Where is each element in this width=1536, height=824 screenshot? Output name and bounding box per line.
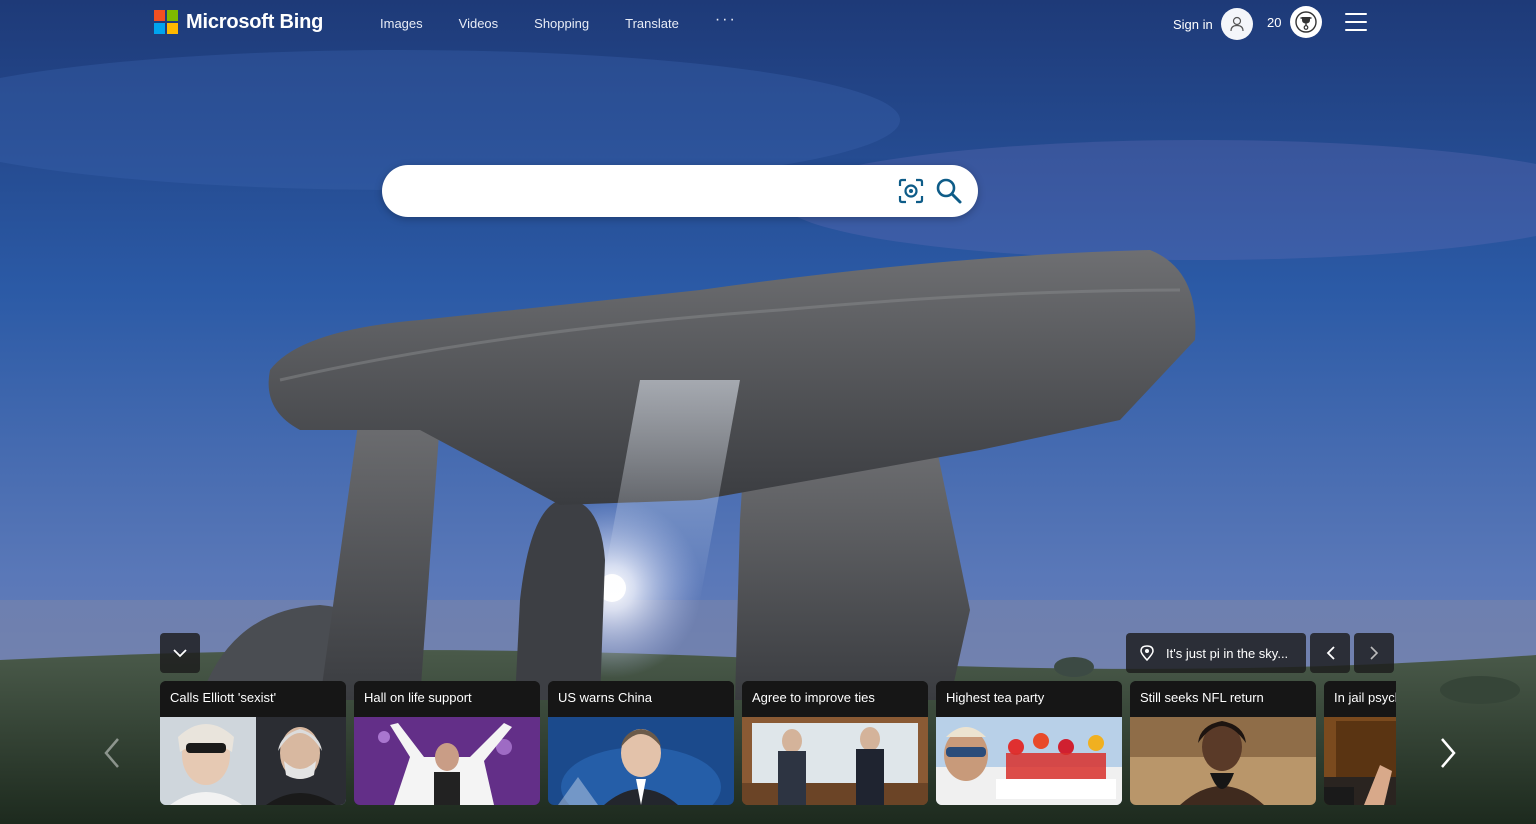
image-info-button[interactable]: It's just pi in the sky... xyxy=(1126,633,1306,673)
rewards-count[interactable]: 20 xyxy=(1267,15,1281,30)
news-card-image xyxy=(354,717,540,805)
next-image-button[interactable] xyxy=(1354,633,1394,673)
top-nav: Images Videos Shopping Translate ··· xyxy=(362,11,755,33)
news-card-image xyxy=(160,717,346,805)
chevron-right-icon xyxy=(1369,646,1378,660)
news-card-title: US warns China xyxy=(548,681,734,717)
hamburger-menu-icon[interactable] xyxy=(1345,13,1367,31)
news-card-title: In jail psych xyxy=(1324,681,1396,717)
news-card-title: Hall on life support xyxy=(354,681,540,717)
news-card-title: Calls Elliott 'sexist' xyxy=(160,681,346,717)
menu-line xyxy=(1345,21,1367,23)
location-pin-icon xyxy=(1140,645,1154,661)
chevron-down-icon xyxy=(173,648,187,657)
logo-square-blue xyxy=(154,23,165,34)
news-card[interactable]: Calls Elliott 'sexist' xyxy=(160,681,346,805)
sign-in-button[interactable]: Sign in xyxy=(1173,8,1253,40)
menu-line xyxy=(1345,13,1367,15)
trophy-icon[interactable] xyxy=(1290,6,1322,38)
search-input[interactable] xyxy=(398,175,882,209)
sign-in-label: Sign in xyxy=(1173,16,1213,32)
news-card-image xyxy=(1130,717,1316,805)
news-card[interactable]: Agree to improve ties xyxy=(742,681,928,805)
chevron-left-icon xyxy=(1326,646,1335,660)
image-info-text: It's just pi in the sky... xyxy=(1166,645,1289,661)
user-icon xyxy=(1220,8,1253,40)
visual-search-icon[interactable] xyxy=(898,178,924,204)
news-card[interactable]: Still seeks NFL return xyxy=(1130,681,1316,805)
nav-more-button[interactable]: ··· xyxy=(697,11,755,29)
logo-square-green xyxy=(167,10,178,21)
news-card-title: Still seeks NFL return xyxy=(1130,681,1316,717)
nav-translate[interactable]: Translate xyxy=(607,14,697,33)
brand-name: Microsoft Bing xyxy=(186,10,324,33)
collapse-feed-button[interactable] xyxy=(160,633,200,673)
news-next-arrow[interactable] xyxy=(1432,733,1462,773)
menu-line xyxy=(1345,29,1367,31)
news-prev-arrow[interactable] xyxy=(98,733,128,773)
bing-logo[interactable]: Microsoft Bing xyxy=(154,10,323,34)
news-card-image xyxy=(936,717,1122,805)
logo-square-red xyxy=(154,10,165,21)
nav-images[interactable]: Images xyxy=(362,14,441,33)
logo-square-yellow xyxy=(167,23,178,34)
news-card-image xyxy=(742,717,928,805)
microsoft-logo-icon xyxy=(154,10,178,34)
news-card-title: Agree to improve ties xyxy=(742,681,928,717)
news-card-image xyxy=(548,717,734,805)
search-icon[interactable] xyxy=(935,177,963,205)
nav-videos[interactable]: Videos xyxy=(441,14,517,33)
news-card-title: Highest tea party xyxy=(936,681,1122,717)
news-card[interactable]: Highest tea party xyxy=(936,681,1122,805)
news-carousel: Calls Elliott 'sexist' Hall on life supp… xyxy=(160,681,1396,805)
news-card[interactable]: US warns China xyxy=(548,681,734,805)
news-card[interactable]: Hall on life support xyxy=(354,681,540,805)
nav-shopping[interactable]: Shopping xyxy=(516,14,607,33)
search-box xyxy=(382,165,978,217)
news-card[interactable]: In jail psych xyxy=(1324,681,1396,805)
news-card-image xyxy=(1324,717,1396,805)
previous-image-button[interactable] xyxy=(1310,633,1350,673)
